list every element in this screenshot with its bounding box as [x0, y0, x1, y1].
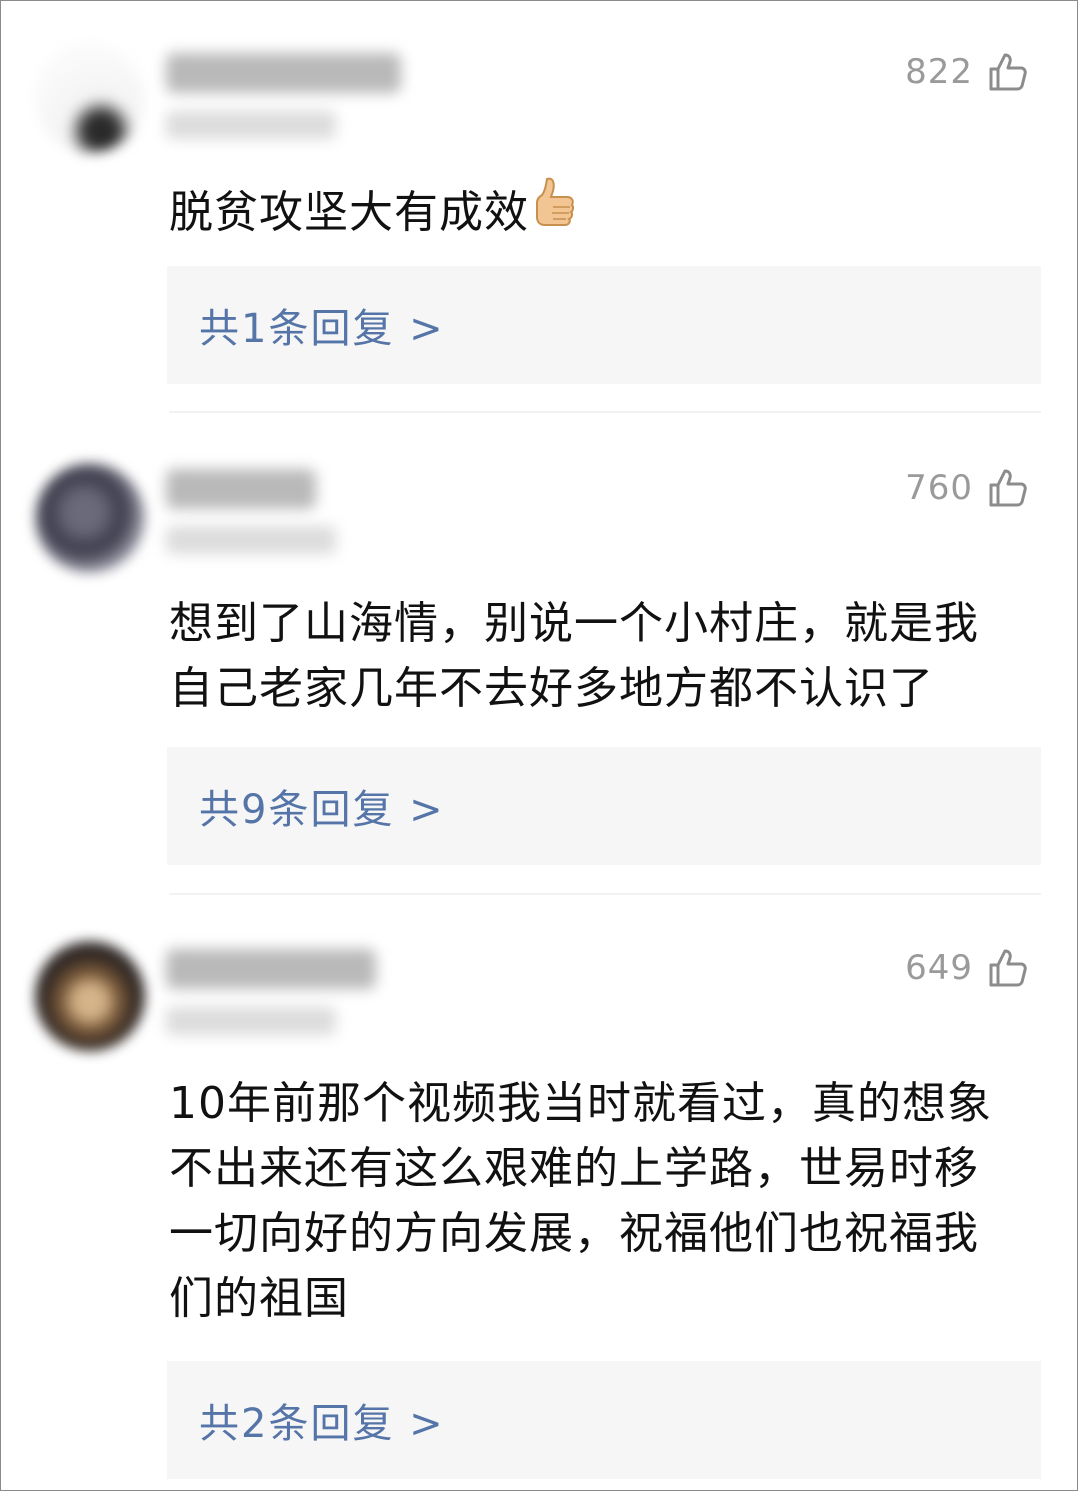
- timestamp-blurred: [166, 526, 336, 554]
- like-count: 760: [905, 468, 973, 508]
- comment-line: 自己老家几年不去好多地方都不认识了: [169, 663, 934, 714]
- comment-line: 们的祖国: [169, 1273, 349, 1324]
- avatar[interactable]: [35, 463, 145, 573]
- comment-line: 10年前那个视频我当时就看过，真的想象: [169, 1078, 992, 1129]
- divider: [169, 411, 1041, 413]
- view-replies-button[interactable]: 共9条回复 >: [167, 747, 1041, 865]
- timestamp-blurred: [166, 1007, 336, 1035]
- reply-count-link[interactable]: 共9条回复 >: [199, 777, 445, 835]
- reply-count-link[interactable]: 共1条回复 >: [199, 296, 445, 354]
- like-control[interactable]: 822: [905, 51, 1029, 93]
- username-blurred[interactable]: [166, 949, 376, 989]
- avatar[interactable]: [35, 941, 145, 1051]
- thumbs-up-icon[interactable]: [987, 51, 1029, 93]
- like-control[interactable]: 760: [905, 467, 1029, 509]
- like-control[interactable]: 649: [905, 947, 1029, 989]
- comment-list: 822 脱贫攻坚大有成效 共1条回复 > 760 想到了山海情，别说一个小村庄，…: [0, 0, 1078, 1491]
- username-blurred[interactable]: [166, 469, 316, 509]
- view-replies-button[interactable]: 共2条回复 >: [167, 1361, 1041, 1479]
- like-count: 649: [905, 948, 973, 988]
- divider: [169, 893, 1041, 895]
- comment-line: 一切向好的方向发展，祝福他们也祝福我: [169, 1208, 979, 1259]
- avatar[interactable]: [35, 43, 145, 153]
- username-blurred[interactable]: [166, 53, 401, 93]
- comment-line: 脱贫攻坚大有成效: [169, 187, 529, 238]
- timestamp-blurred: [166, 111, 336, 139]
- thumbs-up-icon[interactable]: [987, 947, 1029, 989]
- comment-text: 10年前那个视频我当时就看过，真的想象 不出来还有这么艰难的上学路，世易时移 一…: [169, 1071, 1029, 1331]
- comment-text: 想到了山海情，别说一个小村庄，就是我 自己老家几年不去好多地方都不认识了: [169, 591, 1029, 721]
- like-count: 822: [905, 52, 973, 92]
- thumbs-up-emoji-icon: [536, 177, 575, 226]
- view-replies-button[interactable]: 共1条回复 >: [167, 266, 1041, 384]
- comment-line: 想到了山海情，别说一个小村庄，就是我: [169, 598, 979, 649]
- thumbs-up-icon[interactable]: [987, 467, 1029, 509]
- comment-text: 脱贫攻坚大有成效: [169, 175, 1029, 245]
- reply-count-link[interactable]: 共2条回复 >: [199, 1391, 445, 1449]
- comment-line: 不出来还有这么艰难的上学路，世易时移: [169, 1143, 979, 1194]
